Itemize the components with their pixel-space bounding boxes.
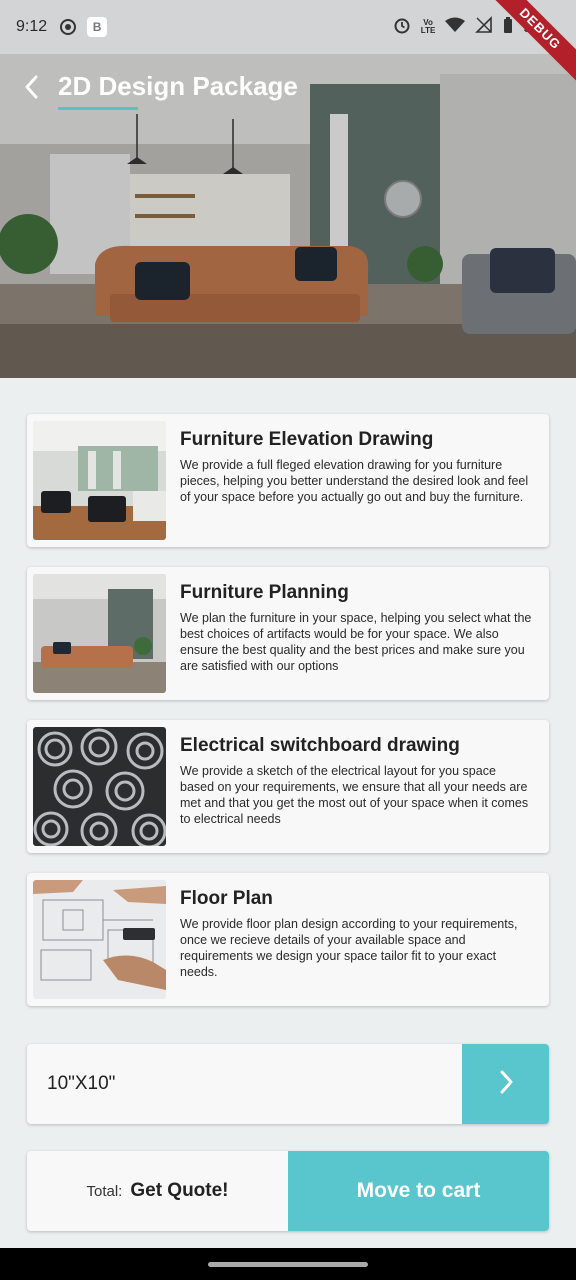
status-bar: 9:12 B VoLTE 53 DEBUG [0, 0, 576, 87]
size-value: 10"X10" [47, 1073, 116, 1094]
alarm-icon [393, 16, 411, 39]
size-next-button[interactable] [462, 1044, 549, 1124]
home-gesture-handle[interactable] [208, 1262, 368, 1267]
title-underline [58, 106, 138, 110]
service-description: We provide a sketch of the electrical la… [180, 764, 529, 826]
app-bar: 2D Design Package [0, 54, 576, 124]
size-selector[interactable]: 10"X10" [27, 1044, 549, 1124]
b-badge-icon: B [87, 17, 108, 37]
service-card-elevation[interactable]: Furniture Elevation Drawing We provide a… [27, 414, 549, 547]
service-title: Floor Plan [180, 888, 273, 909]
elevation-thumbnail [33, 421, 166, 540]
back-button[interactable] [12, 69, 52, 109]
total-value: Get Quote! [130, 1180, 229, 1201]
planning-thumbnail [33, 574, 166, 693]
service-title: Furniture Elevation Drawing [180, 429, 434, 450]
chevron-left-icon [21, 74, 43, 105]
service-description: We provide a full fleged elevation drawi… [180, 458, 529, 504]
volte-icon: Vo LTE [420, 18, 436, 35]
service-card-floor-plan[interactable]: Floor Plan We provide floor plan design … [27, 873, 549, 1006]
service-list: Furniture Elevation Drawing We provide a… [27, 414, 549, 1026]
record-icon [59, 18, 77, 36]
total-label: Total: [86, 1182, 123, 1200]
checkout-bar: Total: Get Quote! Move to cart [27, 1151, 549, 1231]
page-title: 2D Design Package [58, 70, 298, 110]
service-card-planning[interactable]: Furniture Planning We plan the furniture… [27, 567, 549, 700]
wifi-icon [445, 17, 466, 38]
service-card-electrical[interactable]: Electrical switchboard drawing We provid… [27, 720, 549, 853]
status-time: 9:12 [16, 18, 48, 35]
service-description: We plan the furniture in your space, hel… [180, 611, 532, 673]
move-to-cart-button[interactable]: Move to cart [288, 1151, 549, 1231]
electrical-thumbnail [33, 727, 166, 846]
service-description: We provide floor plan design according t… [180, 917, 518, 979]
system-nav-bar [0, 1248, 576, 1280]
floor-plan-thumbnail [33, 880, 166, 999]
total-section: Total: Get Quote! [27, 1151, 288, 1231]
signal-icon [475, 15, 493, 39]
service-title: Furniture Planning [180, 582, 349, 603]
chevron-right-icon [496, 1068, 516, 1101]
page-title-text: 2D Design Package [58, 70, 298, 101]
battery-icon [503, 16, 513, 39]
service-title: Electrical switchboard drawing [180, 735, 460, 756]
